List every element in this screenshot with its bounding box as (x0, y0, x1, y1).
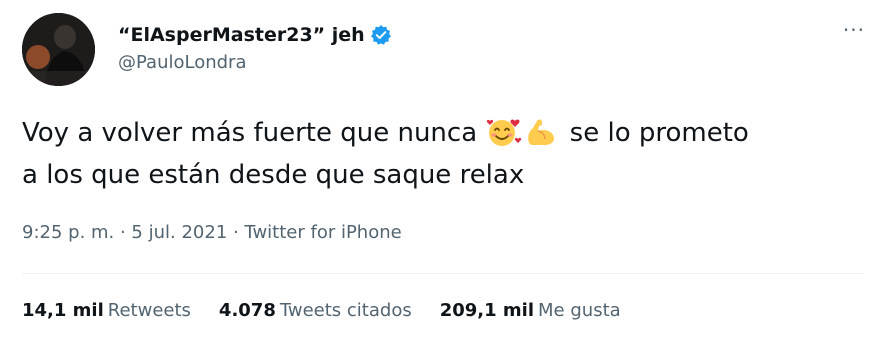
tweet-header: “ElAsperMaster23” jeh @PauloLondra (118, 22, 392, 73)
divider (22, 273, 865, 274)
quote-tweets-count: 4.078 (218, 300, 276, 321)
likes-count: 209,1 mil (439, 300, 535, 321)
author-name-row: “ElAsperMaster23” jeh (118, 22, 392, 48)
avatar[interactable] (22, 13, 95, 86)
tweet-text-part: se lo prometo (569, 118, 749, 148)
tweet-card: “ElAsperMaster23” jeh @PauloLondra ··· V… (0, 0, 887, 345)
likes-stat[interactable]: 209,1 mil Me gusta (440, 300, 621, 321)
retweets-stat[interactable]: 14,1 mil Retweets (22, 300, 191, 321)
tweet-stats: 14,1 mil Retweets 4.078 Tweets citados 209… (22, 300, 649, 321)
retweets-count: 14,1 mil (22, 300, 104, 321)
tweet-text: Voy a volver más fuerte que nunca se lo … (22, 112, 872, 196)
smiling-face-with-hearts-icon (485, 117, 523, 147)
author-handle[interactable]: @PauloLondra (118, 52, 392, 73)
retweets-label: Retweets (107, 300, 191, 321)
avatar-photo-icon (22, 13, 95, 86)
tweet-text-part: Voy a volver más fuerte que nunca (22, 118, 478, 148)
tweet-text-part: a los que están desde que saque relax (22, 160, 525, 190)
quote-tweets-label: Tweets citados (279, 300, 412, 321)
tweet-timestamp[interactable]: 9:25 p. m. · 5 jul. 2021 · Twitter for i… (22, 222, 402, 243)
quote-tweets-stat[interactable]: 4.078 Tweets citados (219, 300, 412, 321)
author-display-name[interactable]: “ElAsperMaster23” jeh (118, 24, 365, 46)
likes-label: Me gusta (538, 300, 621, 321)
more-options-icon[interactable]: ··· (843, 20, 865, 40)
flexed-biceps-icon (523, 117, 561, 147)
verified-badge-icon (370, 24, 392, 46)
